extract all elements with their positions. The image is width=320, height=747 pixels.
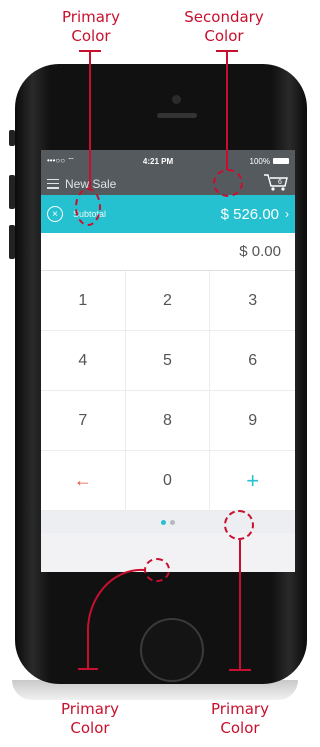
status-time: 4:21 PM: [142, 156, 174, 166]
mute-switch: [9, 130, 15, 146]
page-dot-active: [161, 519, 166, 525]
amount-entry-field[interactable]: $ 0.00: [41, 233, 295, 271]
callout-primary-top: Primary Color: [62, 8, 120, 45]
callout-secondary-top: Secondary Color: [184, 8, 264, 45]
leader-cap-top-right: [216, 50, 238, 52]
volume-down-button: [9, 225, 15, 259]
key-4[interactable]: 4: [41, 331, 126, 391]
keypad: 1 2 3 4 5 6 7 8 9 ← 0 +: [41, 271, 295, 511]
cart-icon-svg: 6: [264, 174, 288, 191]
leader-line-bottom-right: [239, 540, 241, 670]
signal-indicator: •••○○ ⌔: [47, 156, 75, 165]
page-indicator: [41, 511, 295, 533]
key-9[interactable]: 9: [210, 391, 295, 451]
leader-cap-bottom-right: [229, 669, 251, 671]
leader-cap-top-left: [79, 50, 101, 52]
highlight-primary-divider: [75, 188, 101, 226]
callout-primary-bottom-left: Primary Color: [61, 700, 119, 737]
front-camera: [172, 95, 181, 104]
key-6[interactable]: 6: [210, 331, 295, 391]
key-1[interactable]: 1: [41, 271, 126, 331]
cart-icon[interactable]: 6: [259, 172, 289, 195]
key-5[interactable]: 5: [125, 331, 211, 391]
subtotal-amount: $ 526.00: [220, 205, 279, 223]
battery-indicator: 100%: [229, 157, 289, 166]
highlight-primary-plus: [224, 510, 254, 540]
status-bar: •••○○ ⌔ 4:21 PM 100%: [41, 150, 295, 172]
leader-line-top-left: [89, 50, 91, 190]
key-8[interactable]: 8: [125, 391, 211, 451]
key-2[interactable]: 2: [125, 271, 211, 331]
arrow-left-icon[interactable]: ←: [41, 451, 126, 511]
callout-primary-bottom-right: Primary Color: [211, 700, 269, 737]
leader-curve-bottom-left: [78, 568, 146, 670]
highlight-secondary-cart: [213, 169, 243, 197]
key-3[interactable]: 3: [210, 271, 295, 331]
plus-icon[interactable]: +: [210, 451, 295, 511]
battery-percent: 100%: [249, 156, 270, 166]
chevron-right-icon: ›: [285, 207, 289, 221]
hamburger-icon[interactable]: [47, 178, 59, 189]
battery-icon: [273, 158, 289, 164]
key-7[interactable]: 7: [41, 391, 126, 451]
cart-count: 6: [278, 179, 282, 186]
speaker-grille: [157, 113, 197, 118]
page-dot-inactive: [170, 519, 175, 525]
key-0[interactable]: 0: [125, 451, 211, 511]
clear-circle-icon[interactable]: ×: [47, 206, 63, 222]
volume-up-button: [9, 175, 15, 209]
leader-line-top-right: [226, 50, 228, 170]
